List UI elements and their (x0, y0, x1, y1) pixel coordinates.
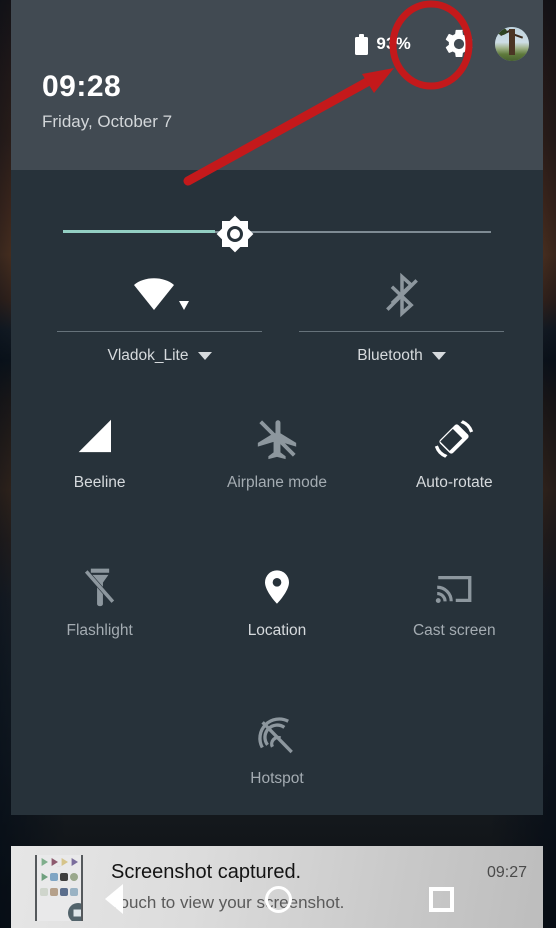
chevron-down-icon[interactable] (197, 352, 212, 360)
bluetooth-divider (299, 331, 504, 332)
recents-button[interactable] (422, 880, 460, 918)
status-bar-row: 93% (355, 18, 529, 70)
tile-row-3: Hotspot (11, 688, 543, 836)
tile-location[interactable]: Location (188, 540, 365, 688)
home-button[interactable] (259, 880, 297, 918)
location-pin-icon (257, 540, 297, 616)
bluetooth-disabled-icon (299, 265, 504, 325)
tile-flashlight-label: Flashlight (66, 622, 133, 639)
dual-tile-row: Vladok_Lite Bluetooth (11, 265, 543, 390)
flashlight-off-icon (78, 540, 122, 616)
auto-rotate-icon (431, 392, 477, 468)
brightness-sun-icon[interactable] (216, 215, 254, 253)
cast-screen-icon (431, 540, 477, 616)
tile-cast-screen[interactable]: Cast screen (366, 540, 543, 688)
clock-block: 09:28 Friday, October 7 (42, 70, 173, 131)
tile-wifi-label: Vladok_Lite (107, 347, 189, 364)
navigation-bar (0, 868, 556, 928)
tile-wifi-label-row[interactable]: Vladok_Lite (57, 347, 262, 365)
tile-cast-screen-label: Cast screen (412, 622, 496, 639)
tile-row-1: Beeline Airplane mode Auto-rotate (11, 392, 543, 540)
avatar[interactable] (495, 27, 529, 61)
tile-row-2: Flashlight Location Cast screen (11, 540, 543, 688)
hotspot-off-icon (254, 688, 300, 764)
status-header: 93% 09:28 Friday, October 7 (11, 0, 543, 170)
tile-airplane-mode-label: Airplane mode (227, 474, 327, 491)
tile-bluetooth-label-row[interactable]: Bluetooth (299, 347, 504, 365)
recents-square-icon (428, 886, 454, 912)
cell-signal-icon (78, 392, 122, 468)
home-circle-icon (264, 885, 292, 913)
battery-percent-label: 93% (376, 34, 411, 53)
android-quick-settings-screen: 93% 09:28 Friday, October 7 Vladok_Lite … (0, 0, 556, 928)
back-triangle-icon (105, 884, 123, 914)
tile-beeline-label: Beeline (73, 474, 126, 491)
tile-bluetooth-label: Bluetooth (357, 347, 423, 364)
wifi-icon (57, 265, 262, 325)
quick-settings-tile-grid: Beeline Airplane mode Auto-rotate Flashl… (11, 392, 543, 836)
tile-auto-rotate-label: Auto-rotate (415, 474, 493, 491)
brightness-slider[interactable] (11, 170, 543, 270)
battery-status: 93% (355, 33, 411, 55)
clock-date: Friday, October 7 (42, 112, 173, 131)
tile-airplane-mode[interactable]: Airplane mode (188, 392, 365, 540)
back-button[interactable] (95, 880, 133, 918)
airplane-off-icon (254, 392, 300, 468)
gear-icon (445, 29, 473, 58)
brightness-fill (63, 230, 215, 233)
chevron-down-icon[interactable] (431, 352, 446, 360)
tile-bluetooth[interactable]: Bluetooth (299, 265, 504, 390)
tile-beeline[interactable]: Beeline (11, 392, 188, 540)
clock-time: 09:28 (42, 70, 122, 103)
tile-auto-rotate[interactable]: Auto-rotate (366, 392, 543, 540)
tile-wifi[interactable]: Vladok_Lite (57, 265, 262, 390)
quick-settings-panel: Vladok_Lite Bluetooth Beeline Airplane m… (11, 170, 543, 815)
tile-hotspot[interactable]: Hotspot (189, 688, 366, 836)
battery-icon (355, 33, 369, 55)
tile-flashlight[interactable]: Flashlight (11, 540, 188, 688)
tile-hotspot-label: Hotspot (250, 770, 304, 787)
settings-button[interactable] (433, 18, 485, 70)
tile-location-label: Location (247, 622, 307, 639)
wifi-divider (57, 331, 262, 332)
